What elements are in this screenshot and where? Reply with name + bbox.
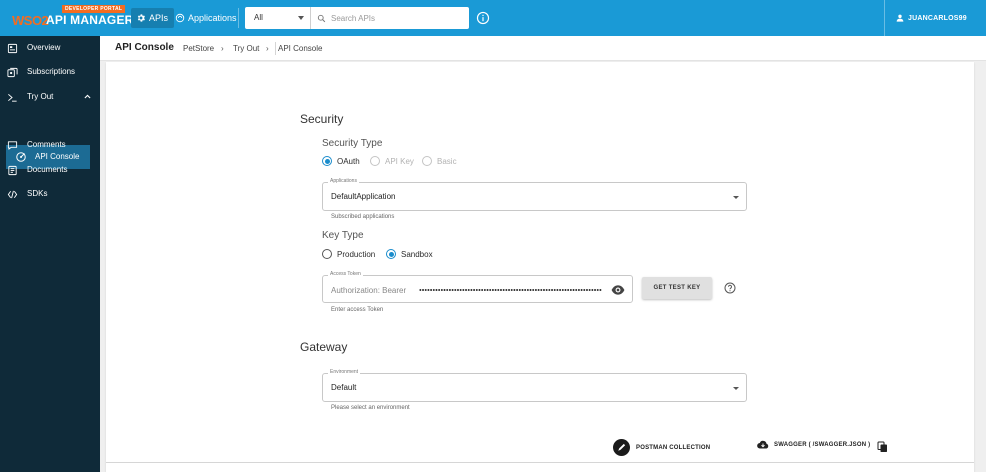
field-label: Access Token [328, 271, 363, 277]
field-label: Applications [328, 178, 359, 184]
breadcrumb-item-try-out[interactable]: Try Out [233, 44, 259, 53]
nav-apis-button[interactable]: APIs [131, 8, 175, 28]
environment-helper-text: Please select an environment [331, 405, 410, 411]
access-token-helper-text: Enter access Token [331, 307, 384, 313]
radio-api-key[interactable]: API Key [370, 156, 414, 166]
gear-icon [137, 14, 145, 22]
radio-basic[interactable]: Basic [422, 156, 457, 166]
breadcrumb-item-api-console: API Console [278, 44, 323, 53]
postman-icon [613, 439, 630, 456]
chevron-up-icon[interactable] [83, 92, 92, 101]
sidebar-item-try-out[interactable]: Try Out [0, 86, 100, 108]
security-heading: Security [300, 112, 344, 126]
caret-down-icon [298, 16, 304, 20]
radio-production-control[interactable] [322, 249, 332, 259]
applications-helper-text: Subscribed applications [331, 214, 395, 220]
radio-oauth[interactable]: OAuth [322, 156, 360, 166]
applications-icon [175, 13, 185, 23]
sidebar-item-comments[interactable]: Comments [0, 134, 100, 156]
applications-select[interactable]: Applications DefaultApplication [322, 178, 747, 211]
page-title: API Console [115, 42, 174, 53]
eye-icon[interactable] [611, 284, 625, 296]
search-scope-select[interactable]: All [245, 7, 311, 29]
nav-applications-button[interactable]: Applications [171, 8, 241, 28]
applications-value: DefaultApplication [331, 192, 396, 201]
sidebar-item-subscriptions[interactable]: Subscriptions [0, 61, 100, 83]
search-scope-value: All [254, 13, 263, 22]
radio-basic-control[interactable] [422, 156, 432, 166]
radio-sandbox[interactable]: Sandbox [386, 249, 433, 259]
masked-token-value[interactable] [419, 289, 602, 291]
search-icon [314, 7, 328, 29]
radio-label: Production [337, 249, 376, 259]
sidebar-item-documents[interactable]: Documents [0, 159, 100, 181]
nav-apis-label: APIs [149, 13, 169, 23]
top-app-bar: DEVELOPER PORTAL WSO2 API MANAGER APIs A… [0, 0, 986, 36]
radio-oauth-control[interactable] [322, 156, 332, 166]
left-sidebar: Overview Subscriptions Try Out API Conso… [0, 36, 100, 472]
breadcrumb-item-petstore[interactable]: PetStore [183, 44, 214, 53]
get-test-key-button[interactable]: GET TEST KEY [642, 277, 712, 299]
chevron-right-icon: › [266, 44, 269, 53]
security-type-heading: Security Type [322, 138, 383, 149]
caret-down-icon [733, 196, 739, 199]
swagger-download-label: SWAGGER ( /SWAGGER.JSON ) [774, 441, 871, 448]
access-token-field[interactable]: Access Token Authorization: Bearer [322, 271, 633, 303]
search-bar: All [245, 7, 469, 29]
breadcrumb-divider [275, 42, 276, 55]
panel-bottom-divider [106, 462, 974, 463]
radio-production[interactable]: Production [322, 249, 375, 259]
postman-collection-label: POSTMAN COLLECTION [636, 444, 711, 451]
overview-icon [6, 42, 18, 54]
terminal-icon [6, 91, 18, 103]
code-icon [6, 188, 18, 200]
cloud-download-icon [757, 440, 769, 449]
user-icon [896, 14, 904, 22]
field-label: Environment [328, 369, 361, 375]
search-input[interactable] [328, 7, 469, 29]
token-prefix: Authorization: Bearer [331, 286, 407, 295]
radio-sandbox-control[interactable] [386, 249, 396, 259]
comments-icon [6, 139, 18, 151]
user-name: JUANCARLOS99 [908, 14, 967, 22]
brand-logo[interactable]: DEVELOPER PORTAL WSO2 API MANAGER [8, 5, 133, 33]
sidebar-item-label: Subscriptions [27, 67, 76, 76]
user-menu-button[interactable]: JUANCARLOS99 [884, 0, 986, 36]
help-icon[interactable] [724, 282, 736, 294]
sidebar-item-label: SDKs [27, 189, 48, 198]
sidebar-item-label: Overview [27, 43, 61, 52]
documents-icon [6, 164, 18, 176]
swagger-download-button[interactable]: SWAGGER ( /SWAGGER.JSON ) [757, 440, 870, 449]
sidebar-item-label: Documents [27, 165, 68, 174]
security-type-group: OAuth API Key Basic [322, 156, 522, 168]
radio-label: OAuth [337, 156, 360, 166]
nav-applications-label: Applications [188, 13, 237, 23]
key-type-group: Production Sandbox [322, 249, 482, 261]
sidebar-item-sdks[interactable]: SDKs [0, 183, 100, 205]
product-name: API MANAGER [46, 13, 134, 27]
sidebar-item-label: Try Out [27, 92, 54, 101]
caret-down-icon [733, 387, 739, 390]
developer-portal-badge: DEVELOPER PORTAL [62, 5, 126, 13]
key-type-heading: Key Type [322, 230, 364, 241]
nav-divider [238, 8, 239, 28]
sidebar-item-label: Comments [27, 140, 66, 149]
environment-select[interactable]: Environment Default [322, 369, 747, 402]
radio-label: API Key [385, 156, 414, 166]
chevron-right-icon: › [221, 44, 224, 53]
info-icon[interactable] [476, 11, 490, 25]
api-console-panel [106, 62, 974, 472]
postman-collection-button[interactable]: POSTMAN COLLECTION [613, 439, 710, 456]
radio-label: Sandbox [401, 249, 433, 259]
environment-value: Default [331, 383, 357, 392]
gateway-heading: Gateway [300, 340, 348, 354]
copy-icon[interactable] [877, 441, 888, 453]
wso2-logo-text: WSO2 [12, 13, 49, 28]
radio-label: Basic [437, 156, 457, 166]
breadcrumb: API Console PetStore › Try Out › API Con… [100, 36, 986, 61]
radio-api-key-control[interactable] [370, 156, 380, 166]
subscriptions-icon [6, 66, 18, 78]
sidebar-item-overview[interactable]: Overview [0, 37, 100, 59]
